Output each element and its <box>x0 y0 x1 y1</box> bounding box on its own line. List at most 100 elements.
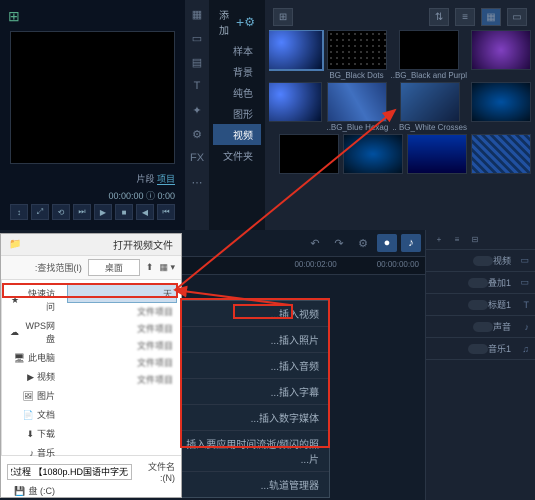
thumb[interactable] <box>400 82 460 122</box>
list-icon[interactable]: ≡ <box>455 8 475 26</box>
record-icon[interactable]: ● <box>377 234 397 252</box>
file-item[interactable]: 文件项目 <box>67 371 177 388</box>
cat-folder[interactable]: 文件夹 <box>213 145 261 166</box>
side-quickaccess[interactable]: 快速访问★ <box>6 284 59 316</box>
video-icon: ▶ <box>24 372 34 382</box>
disk-icon: 💾 <box>15 486 25 496</box>
location-label: 查找范围(I): <box>35 261 82 274</box>
thumb[interactable] <box>279 134 339 174</box>
ctx-insert-subtitle[interactable]: 插入字幕... <box>176 379 329 405</box>
side-downloads[interactable]: 下载⬇ <box>6 424 59 443</box>
fx-tab-icon[interactable]: FX <box>187 148 207 168</box>
media-tab-icon[interactable]: ▦ <box>187 4 207 24</box>
video-track-icon: ▭ <box>515 255 529 266</box>
ctx-insert-video[interactable]: 插入视频... <box>176 301 329 327</box>
sort-icon[interactable]: ⇅ <box>429 8 449 26</box>
thumb[interactable] <box>471 82 531 122</box>
side-cdrive[interactable]: (C:) 盘💾 <box>6 481 59 500</box>
thumb[interactable] <box>327 30 387 70</box>
file-dialog: 打开视频文件 📁 ▾ ▦ ⬆ 桌面 查找范围(I): 天 文件项目 文件项目 文… <box>0 233 182 498</box>
thumb[interactable] <box>407 134 467 174</box>
thumb[interactable] <box>399 30 459 70</box>
graphic-tab-icon[interactable]: ✦ <box>187 100 207 120</box>
plus-icon[interactable]: + <box>236 14 244 30</box>
tab-clip[interactable]: 片段 <box>136 174 154 184</box>
stop-icon[interactable]: ■ <box>115 204 133 220</box>
track-toggle[interactable] <box>473 256 493 266</box>
filter-tab-icon[interactable]: ⚙ <box>187 124 207 144</box>
cat-graphic[interactable]: 图形 <box>213 103 261 124</box>
file-item[interactable]: 文件项目 <box>67 320 177 337</box>
side-videos[interactable]: 视频▶ <box>6 367 59 386</box>
side-pictures[interactable]: 图片🖼 <box>6 386 59 405</box>
file-item[interactable]: 文件项目 <box>67 337 177 354</box>
cat-solid[interactable]: 纯色 <box>213 82 261 103</box>
ctx-track-manager[interactable]: 轨道管理器... <box>176 472 329 497</box>
track-music[interactable]: ♫音乐1 <box>426 338 535 360</box>
file-item-selected[interactable]: 天 <box>67 284 177 303</box>
cat-sample[interactable]: 样本 <box>213 40 261 61</box>
track-toggle[interactable] <box>473 322 493 332</box>
thumb[interactable] <box>343 134 403 174</box>
category-panel: 添加 + ⚙ 样本 背景 纯色 图形 视频 文件夹 <box>209 0 265 230</box>
settings-icon[interactable]: ⚙ <box>353 234 373 252</box>
ctx-insert-timelapse[interactable]: 插入要应用时间流逝/频闪的照片... <box>176 431 329 472</box>
filename-input[interactable] <box>7 464 132 480</box>
thumb[interactable] <box>471 134 531 174</box>
preview-settings-icon[interactable]: ⊞ <box>6 6 179 27</box>
thumb[interactable] <box>327 82 387 122</box>
mixer-icon[interactable]: ♪ <box>401 234 421 252</box>
ctx-insert-digital[interactable]: 插入数字媒体... <box>176 405 329 431</box>
view-icon[interactable]: ⊞ <box>273 8 293 26</box>
media-library: ▭ ▦ ≡ ⇅ ⊞ BG_Black and Purpl.. BG_Black … <box>265 0 535 230</box>
track-opt-icon[interactable]: ≡ <box>449 233 465 247</box>
view-dropdown-icon[interactable]: ▾ ▦ <box>159 262 175 273</box>
pc-icon: 🖥 <box>15 353 25 363</box>
up-icon[interactable]: ⬆ <box>146 262 154 273</box>
file-item[interactable]: 文件项目 <box>67 354 177 371</box>
side-pc[interactable]: 此电脑🖥 <box>6 348 59 367</box>
loop-icon[interactable]: ⟲ <box>52 204 70 220</box>
track-overlay[interactable]: ▭叠加1 <box>426 272 535 294</box>
track-voice[interactable]: ♪声音 <box>426 316 535 338</box>
gear-icon[interactable]: ⚙ <box>244 15 255 29</box>
media-toolbar: ▭ ▦ ≡ ⇅ ⊞ <box>269 4 531 30</box>
prev-icon[interactable]: ⏮ <box>157 204 175 220</box>
transition-tab-icon[interactable]: ▤ <box>187 52 207 72</box>
thumb[interactable] <box>471 30 531 70</box>
dialog-sidebar: 快速访问★ WPS网盘☁ 此电脑🖥 视频▶ 图片🖼 文档📄 下载⬇ 音乐♪ 桌面… <box>1 280 63 455</box>
file-list[interactable]: 天 文件项目 文件项目 文件项目 文件项目 文件项目 <box>63 280 181 455</box>
tab-project[interactable]: 项目 <box>157 174 175 185</box>
file-item[interactable]: 文件项目 <box>67 303 177 320</box>
cat-video[interactable]: 视频 <box>213 124 261 145</box>
grid-icon[interactable]: ▦ <box>481 8 501 26</box>
side-music[interactable]: 音乐♪ <box>6 443 59 462</box>
cat-background[interactable]: 背景 <box>213 61 261 82</box>
location-combo[interactable]: 桌面 <box>88 259 140 276</box>
add-track-icon[interactable]: + <box>431 233 447 247</box>
track-video[interactable]: ▭视频 <box>426 250 535 272</box>
side-wps[interactable]: WPS网盘☁ <box>6 316 59 348</box>
folder-icon[interactable]: ▭ <box>507 8 527 26</box>
undo-icon[interactable]: ↶ <box>305 234 325 252</box>
track-lock-icon[interactable]: ⊟ <box>467 233 483 247</box>
play-icon[interactable]: ▶ <box>94 204 112 220</box>
repeat-icon[interactable]: ⤢ <box>31 204 49 220</box>
ctx-insert-photo[interactable]: 插入照片... <box>176 327 329 353</box>
track-toggle[interactable] <box>468 344 488 354</box>
template-tab-icon[interactable]: ▭ <box>187 28 207 48</box>
next-icon[interactable]: ⏭ <box>73 204 91 220</box>
rev-icon[interactable]: ◀ <box>136 204 154 220</box>
preview-screen[interactable] <box>10 31 175 164</box>
side-documents[interactable]: 文档📄 <box>6 405 59 424</box>
thumb[interactable] <box>269 82 322 122</box>
thumb[interactable] <box>269 30 323 70</box>
title-tab-icon[interactable]: T <box>187 76 207 96</box>
track-title[interactable]: T标题1 <box>426 294 535 316</box>
track-toggle[interactable] <box>468 300 488 310</box>
track-toggle[interactable] <box>468 278 488 288</box>
fullscreen-icon[interactable]: ↕ <box>10 204 28 220</box>
more-tab-icon[interactable]: ⋯ <box>187 172 207 192</box>
redo-icon[interactable]: ↷ <box>329 234 349 252</box>
ctx-insert-audio[interactable]: 插入音频... <box>176 353 329 379</box>
